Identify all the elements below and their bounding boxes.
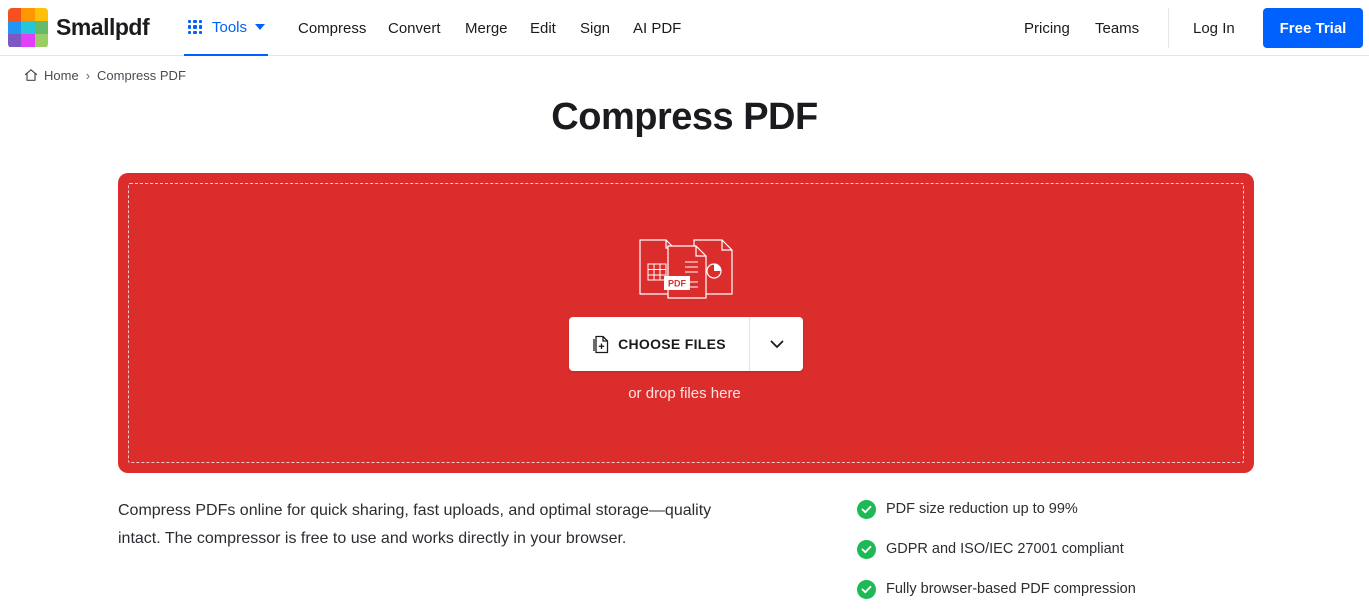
choose-files-control: CHOOSE FILES — [569, 317, 803, 371]
description-line-1: Compress PDFs online for quick sharing, … — [118, 502, 712, 519]
nav-link-compress[interactable]: Compress — [298, 0, 366, 56]
check-circle-icon — [857, 499, 876, 519]
check-circle-icon — [857, 539, 876, 559]
nav-link-pricing[interactable]: Pricing — [1024, 0, 1070, 56]
nav-link-edit[interactable]: Edit — [530, 0, 556, 56]
grid-icon — [188, 20, 202, 34]
drop-hint-text: or drop files here — [628, 385, 741, 402]
choose-files-label: CHOOSE FILES — [618, 336, 726, 352]
tools-label: Tools — [212, 18, 248, 36]
feature-item: PDF size reduction up to 99% — [856, 496, 1276, 522]
breadcrumb-current: Compress PDF — [97, 67, 186, 83]
feature-item: Fully browser-based PDF compression — [856, 576, 1276, 602]
files-illustration-icon: PDF — [639, 239, 733, 299]
tool-description: Compress PDFs online for quick sharing, … — [118, 497, 768, 553]
feature-list: PDF size reduction up to 99% GDPR and IS… — [856, 496, 1276, 616]
description-line-2: intact. The compressor is free to use an… — [118, 530, 627, 547]
feature-text: Fully browser-based PDF compression — [886, 581, 1136, 597]
home-icon — [24, 69, 38, 81]
feature-text: PDF size reduction up to 99% — [886, 501, 1078, 517]
nav-link-merge[interactable]: Merge — [465, 0, 508, 56]
nav-link-convert[interactable]: Convert — [388, 0, 441, 56]
breadcrumb-separator: › — [85, 67, 91, 83]
free-trial-button[interactable]: Free Trial — [1263, 8, 1363, 48]
smallpdf-logo[interactable]: Smallpdf — [8, 7, 150, 48]
breadcrumb: Home › Compress PDF — [24, 66, 186, 84]
tools-menu-button[interactable]: Tools — [184, 0, 268, 56]
pdf-badge-label: PDF — [668, 279, 687, 289]
chevron-down-icon — [770, 340, 783, 348]
page-title: Compress PDF — [551, 96, 818, 138]
top-navigation: Smallpdf Tools Compress Convert Merge Ed… — [0, 0, 1369, 56]
feature-text: GDPR and ISO/IEC 27001 compliant — [886, 541, 1124, 557]
choose-source-dropdown[interactable] — [750, 317, 803, 371]
nav-link-sign[interactable]: Sign — [580, 0, 610, 56]
feature-item: GDPR and ISO/IEC 27001 compliant — [856, 536, 1276, 562]
nav-link-ai-pdf[interactable]: AI PDF — [633, 0, 681, 56]
choose-files-button[interactable]: CHOOSE FILES — [569, 317, 749, 371]
breadcrumb-home-link[interactable]: Home — [44, 68, 79, 83]
brand-name: Smallpdf — [56, 14, 150, 40]
caret-down-icon — [255, 24, 266, 30]
file-add-icon — [593, 335, 609, 354]
logo-icon — [8, 7, 48, 48]
login-link[interactable]: Log In — [1193, 0, 1235, 56]
check-circle-icon — [857, 579, 876, 599]
nav-divider — [1168, 8, 1169, 48]
nav-link-teams[interactable]: Teams — [1095, 0, 1139, 56]
